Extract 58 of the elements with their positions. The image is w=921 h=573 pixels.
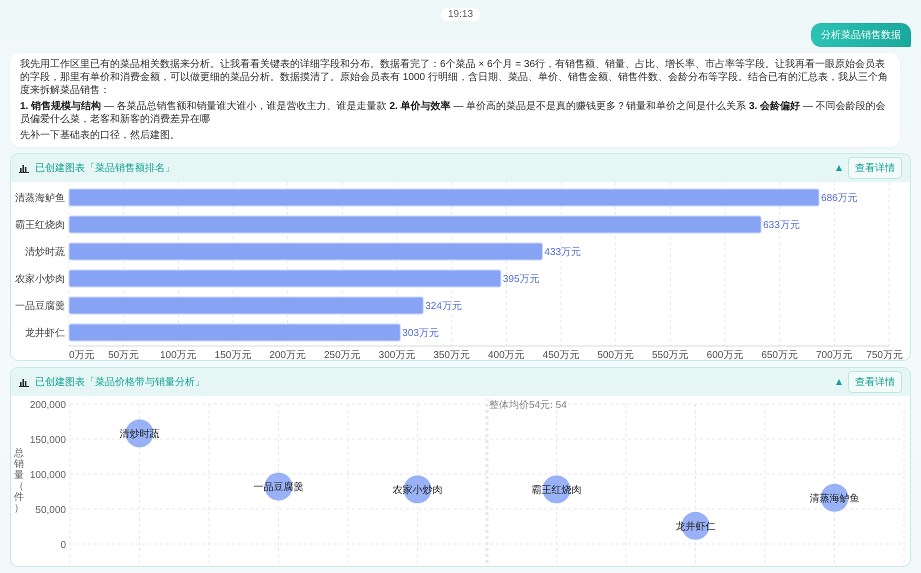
- timestamp: 19:13: [440, 8, 480, 21]
- collapse-icon[interactable]: [836, 379, 842, 385]
- axis-tick-label: 100万元: [160, 350, 197, 360]
- axis-tick-label: 500万元: [597, 350, 634, 360]
- view-details-button[interactable]: 查看详情: [848, 371, 902, 393]
- chart-title: 已创建图表「菜品销售额排名」: [35, 162, 176, 175]
- axis-tick-label: 0万元: [69, 350, 95, 360]
- axis-tick-label: 750万元: [866, 350, 903, 360]
- bubble: [404, 475, 432, 504]
- value-label: 633万元: [763, 220, 800, 231]
- axis-tick-label: 200万元: [269, 350, 306, 360]
- category-label: 清蒸海鲈鱼: [15, 193, 65, 204]
- category-label: 一品豆腐羹: [15, 301, 65, 312]
- axis-tick-label: 250万元: [324, 350, 361, 360]
- axis-tick-label: 400万元: [488, 350, 525, 360]
- axis-tick-label: 650万元: [761, 350, 798, 360]
- view-details-button[interactable]: 查看详情: [848, 157, 902, 179]
- axis-tick-label: 700万元: [816, 350, 853, 360]
- bubble-label: 霸王红烧肉: [532, 484, 582, 496]
- value-label: 686万元: [821, 193, 858, 204]
- axis-tick-label: 200,000: [30, 400, 66, 411]
- bubble-label: 清蒸海鲈鱼: [810, 493, 860, 504]
- bubble-label: 清炒时蔬: [120, 428, 160, 440]
- axis-tick-label: 150,000: [30, 435, 66, 446]
- axis-tick-label: 450万元: [542, 350, 580, 360]
- bubble: [820, 484, 848, 512]
- category-label: 清炒时蔬: [25, 247, 65, 258]
- axis-tick-label: 0: [60, 540, 66, 551]
- axis-tick-label: 50,000: [35, 505, 66, 516]
- value-label: 324万元: [425, 301, 462, 312]
- category-label: 龙井虾仁: [25, 328, 65, 339]
- bubble-label: 龙井虾仁: [676, 521, 716, 532]
- bar-chart-icon: [19, 378, 29, 386]
- value-label: 303万元: [402, 328, 439, 339]
- axis-tick-label: 600万元: [706, 350, 744, 360]
- collapse-icon[interactable]: [836, 165, 842, 171]
- axis-tick-label: 550万元: [652, 350, 689, 360]
- axis-tick-label: 300万元: [378, 350, 416, 360]
- message-paragraph: 1. 销售规模与结构 — 各菜品总销售额和销量谁大谁小，谁是营收主力、谁是走量款 2. 单价与效率 — 单价高的菜品是不是真的赚钱更多？销量和单价之间是什么关系 3. 会龄偏好 — 不同会龄段的会员偏爱什么菜，老客和新客的消费差异在哪: [20, 100, 887, 126]
- bar-chart-icon: [19, 164, 29, 172]
- bubble: [542, 475, 570, 504]
- bubble-label: 一品豆腐羹: [254, 482, 304, 494]
- user-message: 分析菜品销售数据: [811, 23, 911, 47]
- axis-tick-label: 50万元: [108, 350, 140, 360]
- message-paragraph: 我先用工作区里已有的菜品相关数据来分析。让我看看关键表的详细字段和分布。数据看完了：6个菜品 × 6个月 = 36行，有销售额、销量、占比、增长率、市占率等字段。让我再看一眼原始会员表的字段，那里有单价和消费金额，可以做更细的菜品分析。数据摸清了。原始会员表有 1000 行明细，含日期、菜品、单价、销售金额、销售件数、会龄分布等字段。结合已有的汇总表，我从三个角度来拆解菜品销售：: [20, 58, 889, 97]
- category-label: 霸王红烧肉: [15, 220, 65, 231]
- axis-tick-label: 100,000: [30, 470, 66, 481]
- value-label: 395万元: [502, 274, 540, 285]
- value-label: 433万元: [544, 247, 582, 258]
- category-label: 农家小炒肉: [15, 274, 65, 285]
- axis-title: 总销量（件）: [14, 448, 24, 514]
- axis-tick-label: 350万元: [433, 350, 470, 360]
- axis-tick-label: 150万元: [214, 350, 252, 360]
- bubble: [264, 472, 292, 501]
- bubble-label: 农家小炒肉: [392, 484, 442, 496]
- chart-title: 已创建图表「菜品价格带与销量分析」: [35, 376, 206, 389]
- annotation-label: 整体均价54元: 54: [489, 400, 567, 411]
- message-paragraph: 先补一下基础表的口径，然后建图。: [20, 129, 181, 142]
